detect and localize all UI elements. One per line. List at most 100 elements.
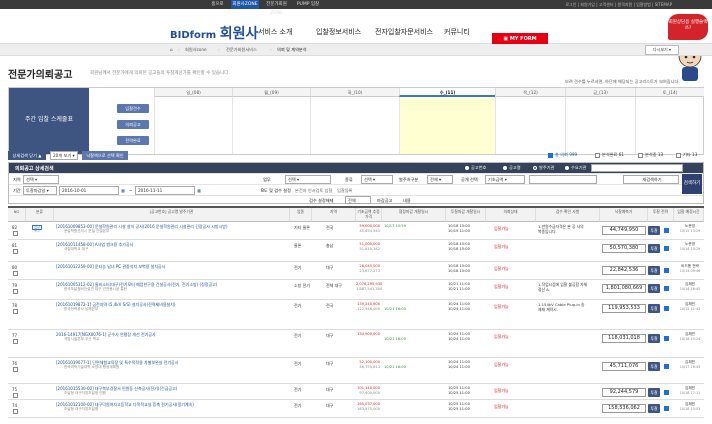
row-checkbox[interactable] (13, 231, 18, 236)
row-title[interactable]: [20161012259-00] 운터농 남녀 PC 관중석치 보벽용 설치공사 (56, 264, 288, 269)
calendar-icon[interactable]: ▦ (121, 188, 125, 193)
row-strategy-check[interactable] (664, 246, 669, 251)
row-strategy-check[interactable] (664, 268, 669, 273)
tab-pump[interactable]: PUMP 입찰 (294, 0, 322, 9)
method-select[interactable]: 전체 ▾ (427, 175, 453, 184)
row-checkbox[interactable] (13, 289, 18, 294)
tab-home[interactable]: 홈으로 (205, 0, 230, 9)
crumb-3[interactable]: 의뢰 및 계약분석 (277, 47, 307, 53)
bid-button[interactable]: 투찰 (648, 388, 660, 397)
table-row[interactable]: 75 [20161015530-00] 대구북부경찰서 민원동 신축공사(전기)(… (8, 384, 704, 400)
row-strategy-check[interactable] (664, 406, 669, 411)
table-row[interactable]: 74 [20161012100-00] 대구덕원여자고등학교 다목적교실 증축 전… (8, 400, 704, 418)
sort-select[interactable]: 기초금액 ▾ (485, 175, 525, 184)
radio-agency[interactable] (533, 166, 537, 170)
bid-button[interactable]: 투찰 (648, 284, 660, 293)
day-cell[interactable] (635, 97, 704, 154)
strategy-done-button[interactable]: 전략완료 (117, 136, 149, 145)
filter-all-checkbox[interactable] (548, 153, 553, 158)
day-header[interactable]: 목_(12) (495, 88, 565, 97)
tab-member-zone[interactable]: 회원사ZONE (231, 0, 259, 9)
date-from-input[interactable]: 2016-10-01 (59, 186, 119, 195)
row-checkbox[interactable] (13, 309, 18, 314)
table-row[interactable]: 77 2016-14917[NGX0076-1] 군수사 연평장 개선 전기공사 국… (8, 330, 704, 358)
day-header[interactable]: 금_(13) (565, 88, 635, 97)
row-strategy-check[interactable] (664, 286, 669, 291)
home-icon[interactable]: ⌂ (170, 47, 173, 52)
table-row[interactable]: 81 [20161011458-00] A사업 뱅크용 추가공사 국립대학교 대구 물… (8, 240, 704, 262)
radio-notice-no[interactable] (465, 166, 469, 170)
biz-select[interactable]: 선택 ▾ (285, 175, 331, 184)
row-strategy-check[interactable] (664, 364, 669, 369)
reset-button[interactable]: 재검색하기 (623, 175, 679, 184)
day-cell[interactable] (154, 97, 232, 154)
row-checkbox[interactable] (13, 409, 18, 414)
day-cell-today[interactable] (399, 97, 495, 154)
type-select[interactable]: 선택 ▾ (361, 175, 393, 184)
row-strategy-check[interactable] (664, 228, 669, 233)
nav-service-intro[interactable]: 서비스 소개 (258, 27, 292, 37)
row-strategy-check[interactable] (664, 336, 669, 341)
check-filter-select[interactable]: 전체 (345, 196, 371, 204)
closed-notice-check[interactable]: 마감공고 (377, 198, 392, 204)
top-util-links[interactable]: 로그인 | 회원가입 | 고객센터 | 원격지원 | 입찰방법 | SITEMA… (565, 0, 672, 9)
nav-bid-info[interactable]: 입찰정보서비스 (316, 27, 361, 37)
per-page-select[interactable]: 20개 보기 ▾ (50, 151, 78, 160)
day-header[interactable]: 일_(08) (154, 88, 232, 97)
bid-button[interactable]: 투찰 (648, 334, 660, 343)
row-checkbox[interactable] (13, 249, 18, 254)
table-row[interactable]: 76 [20161019077-1] 단면체험교육장 및 특수목적용 차별보완실 … (8, 358, 704, 384)
bid-button[interactable]: 투찰 (648, 404, 660, 413)
option-1[interactable]: 본건자 인서검토 입찰 (295, 188, 332, 194)
period-type-select[interactable]: 투찰마감일 ▾ (23, 186, 57, 195)
day-header[interactable]: 토_(14) (635, 88, 704, 97)
table-row[interactable]: 82 전자 공고 [20161009853-00] 운설학원관리 시설 설치 공사(… (8, 222, 704, 240)
nav-community[interactable]: 커뮤니티 (444, 27, 470, 37)
crumb-1[interactable]: 회원사zone (185, 47, 207, 53)
request-button[interactable]: 의뢰공고 (117, 120, 149, 129)
amount-input[interactable] (529, 175, 597, 184)
radio-demand[interactable] (565, 166, 569, 170)
export-button[interactable]: 낙찰액으로 선택 확인 (82, 151, 128, 160)
table-row[interactable]: 80 [20161012259-00] 운터농 남녀 PC 관중석치 보벽용 설치… (8, 262, 704, 280)
row-checkbox[interactable] (13, 367, 18, 372)
tab-expert-zone[interactable]: 전문가회원ZONE (260, 0, 293, 16)
row-checkbox[interactable] (13, 271, 18, 276)
bid-button[interactable]: 투찰 (648, 226, 660, 235)
collapse-search-button[interactable]: 상세검색 닫기 ▲ (8, 151, 46, 160)
bid-button[interactable]: 투찰 (648, 362, 660, 371)
crumb-2[interactable]: 전문가회원서비스 (226, 47, 257, 53)
calendar-icon[interactable]: ▦ (197, 188, 201, 193)
filter-progress-checkbox[interactable] (638, 153, 643, 158)
col-no[interactable]: NO (8, 208, 26, 222)
view-again-dropdown[interactable]: 다시보기 ▾ (645, 45, 679, 55)
option-2[interactable]: 입찰등록 (337, 188, 352, 194)
radio-notice-name[interactable] (503, 166, 507, 170)
bid-button[interactable]: 투찰 (648, 304, 660, 313)
row-checkbox[interactable] (13, 339, 18, 344)
bid-button[interactable]: 투찰 (648, 244, 660, 253)
day-header-today[interactable]: 수_(11) (399, 88, 495, 97)
help-badge[interactable]: 회원상담용 실행슬랙쓰? (668, 14, 708, 40)
day-cell[interactable] (495, 97, 565, 154)
day-header[interactable]: 화_(10) (310, 88, 399, 97)
keyword-input[interactable] (591, 164, 683, 172)
day-cell[interactable] (565, 97, 635, 154)
row-strategy-check[interactable] (664, 306, 669, 311)
day-cell[interactable] (310, 97, 399, 154)
bid-button[interactable]: 투찰 (648, 266, 660, 275)
filter-done-checkbox[interactable] (595, 153, 600, 158)
region-select[interactable]: 선택 ▾ (23, 175, 59, 184)
logo[interactable]: BIDform 회원사 (170, 23, 258, 43)
table-row[interactable]: 79 [20161005312-02] 울비소터(대구)전기모터 폐업한구용 건설… (8, 280, 704, 300)
content-check[interactable]: 내용 (403, 198, 411, 204)
nav-bid-consult[interactable]: 전자입찰자문서비스 (375, 27, 433, 37)
row-strategy-check[interactable] (664, 390, 669, 395)
date-to-input[interactable]: 2016-11-11 (135, 186, 195, 195)
row-checkbox[interactable] (13, 393, 18, 398)
search-button[interactable]: 검색하기 (682, 174, 702, 194)
day-cell[interactable] (232, 97, 310, 154)
filter-other-checkbox[interactable] (676, 153, 681, 158)
table-row[interactable]: 78 [20161019872-1] 금전지역 (5.4kV S/S) 설치공사(… (8, 300, 704, 330)
bid-count-button[interactable]: 입찰견수 (117, 104, 149, 113)
